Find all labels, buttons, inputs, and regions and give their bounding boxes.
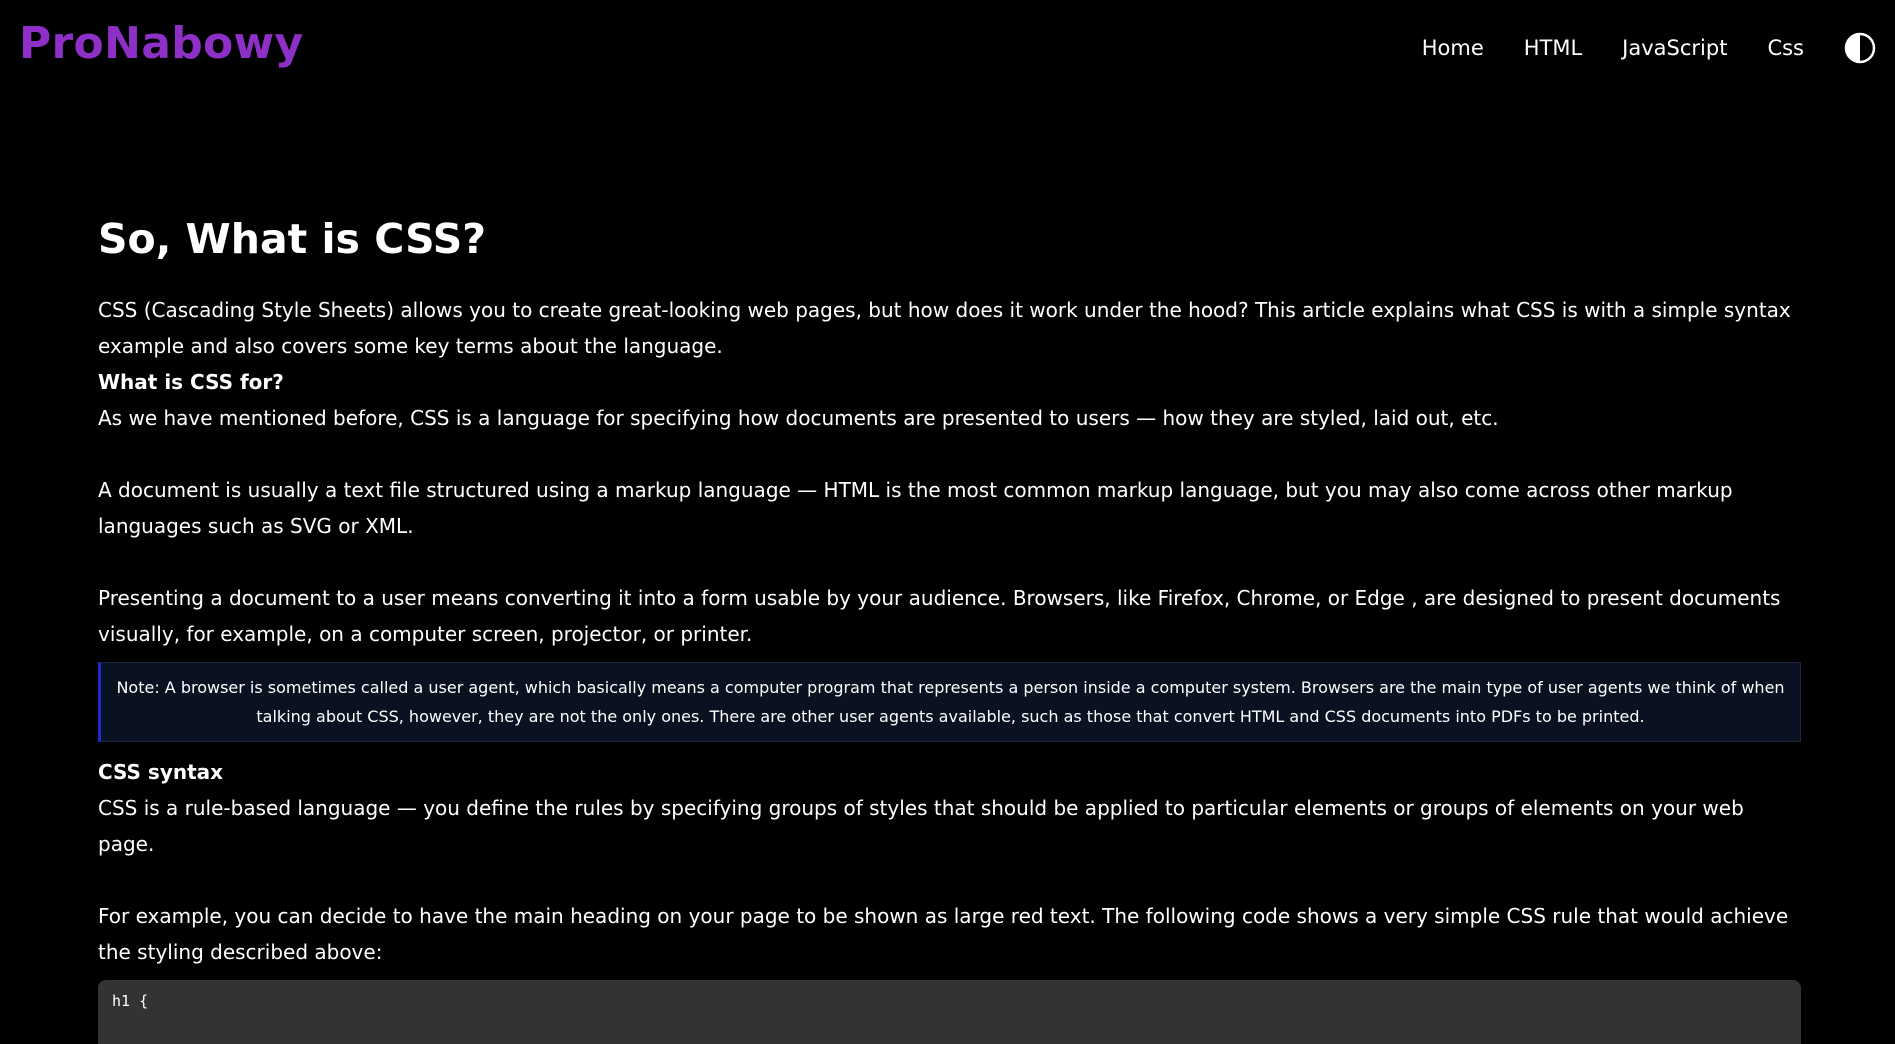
article-content: So, What is CSS? CSS (Cascading Style Sh… — [98, 210, 1801, 1044]
page-title: So, What is CSS? — [98, 215, 487, 263]
note-box: Note: A browser is sometimes called a us… — [98, 662, 1801, 742]
code-block: h1 { — [98, 980, 1801, 1044]
intro-paragraph: CSS (Cascading Style Sheets) allows you … — [98, 298, 1791, 358]
nav-home-link[interactable]: Home — [1422, 36, 1484, 60]
code-line: h1 { — [112, 992, 149, 1010]
nav-html-link[interactable]: HTML — [1524, 36, 1582, 60]
section-heading-css-syntax: CSS syntax — [98, 760, 224, 784]
site-logo[interactable]: ProNabowy — [19, 18, 303, 69]
nav-javascript-link[interactable]: JavaScript — [1622, 36, 1727, 60]
paragraph: As we have mentioned before, CSS is a la… — [98, 406, 1499, 430]
contrast-icon[interactable] — [1844, 32, 1876, 64]
main-nav: Home HTML JavaScript Css — [1382, 32, 1876, 64]
paragraph: A document is usually a text file struct… — [98, 478, 1733, 538]
paragraph: Presenting a document to a user means co… — [98, 586, 1781, 646]
paragraph: CSS is a rule-based language — you defin… — [98, 796, 1744, 856]
section-heading-css-for: What is CSS for? — [98, 370, 284, 394]
nav-css-link[interactable]: Css — [1767, 36, 1804, 60]
paragraph: For example, you can decide to have the … — [98, 904, 1789, 964]
site-header: ProNabowy Home HTML JavaScript Css — [0, 0, 1895, 110]
